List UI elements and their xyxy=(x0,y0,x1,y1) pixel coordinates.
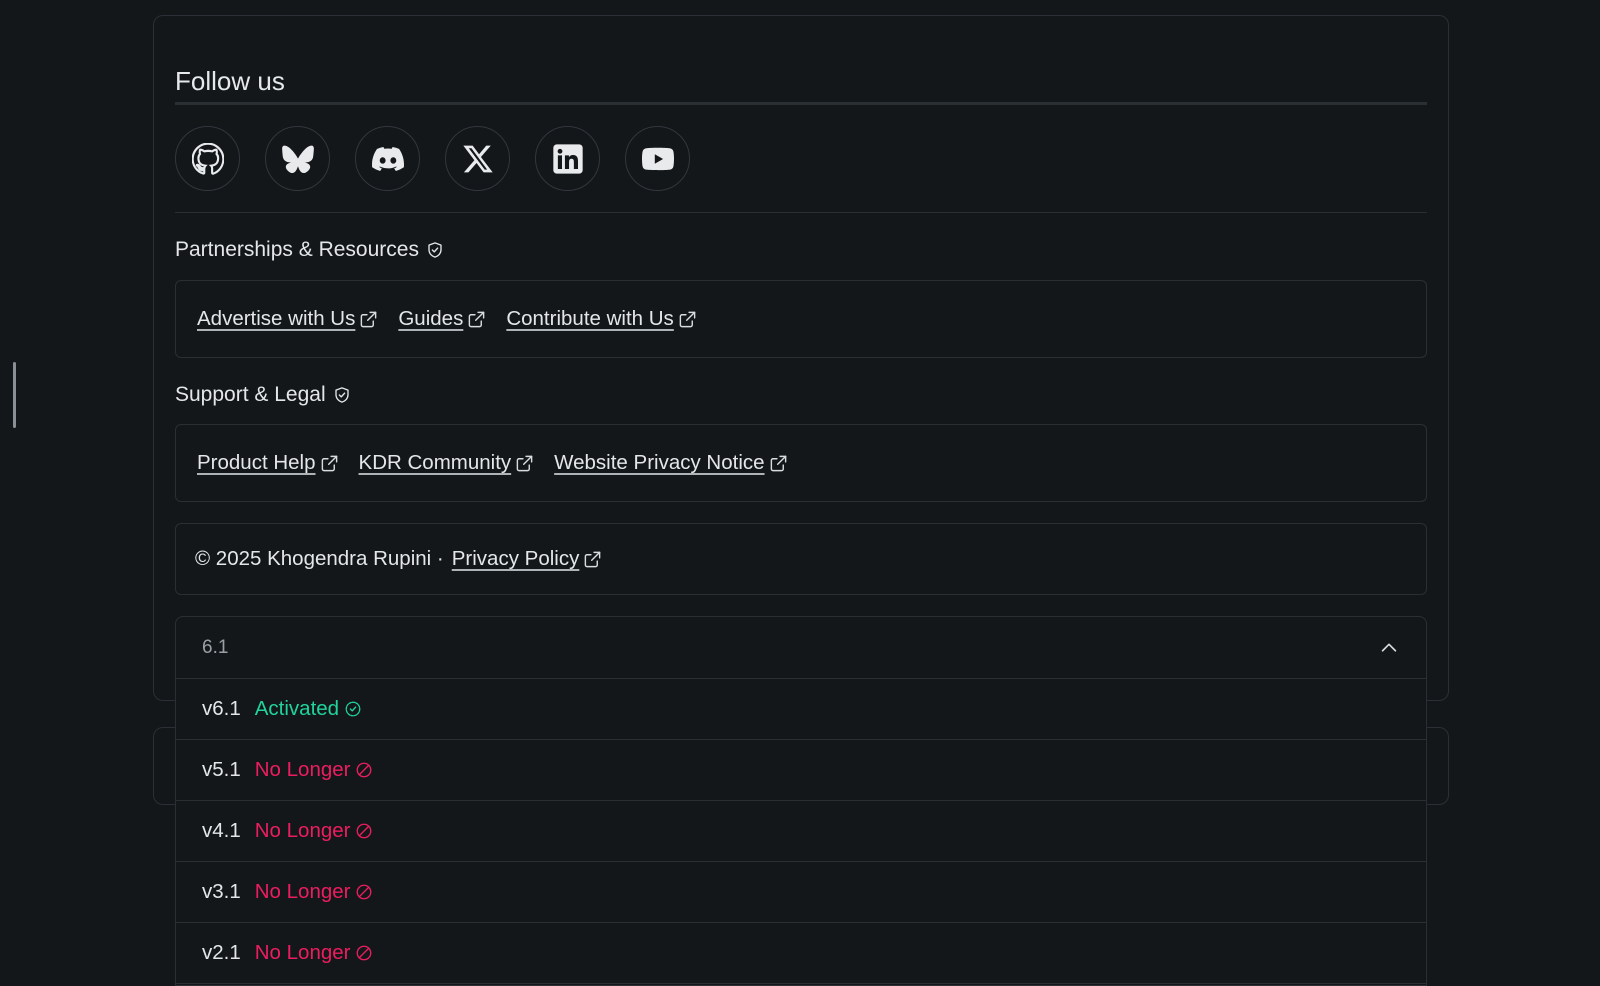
status-text: Activated xyxy=(254,697,340,720)
shield-check-icon xyxy=(428,242,442,258)
status-badge-no-longer: No Longer xyxy=(255,880,374,904)
ban-icon xyxy=(357,762,372,778)
version-option-v3-1[interactable]: v3.1 No Longer xyxy=(176,862,1426,923)
status-text: No Longer xyxy=(254,819,351,842)
contribute-with-us-link[interactable]: Contribute with Us xyxy=(506,307,696,331)
bluesky-button[interactable] xyxy=(265,126,330,191)
linkedin-button[interactable] xyxy=(535,126,600,191)
x-icon xyxy=(462,145,493,172)
linkedin-icon xyxy=(552,143,583,174)
external-link-icon xyxy=(361,311,377,327)
social-links xyxy=(175,126,690,191)
youtube-icon xyxy=(641,147,674,170)
status-badge-no-longer: No Longer xyxy=(255,819,374,843)
website-privacy-notice-link[interactable]: Website Privacy Notice xyxy=(554,451,787,475)
version-option-v2-1[interactable]: v2.1 No Longer xyxy=(176,923,1426,984)
external-link-icon xyxy=(468,311,485,327)
support-title-text: Support & Legal xyxy=(175,383,326,406)
support-title: Support & Legal xyxy=(175,383,351,407)
youtube-button[interactable] xyxy=(625,126,690,191)
advertise-with-us-link[interactable]: Advertise with Us xyxy=(197,307,378,331)
bluesky-icon xyxy=(281,145,314,173)
support-links: Product Help KDR Community Website Priva… xyxy=(175,424,1427,502)
guides-link[interactable]: Guides xyxy=(398,307,486,331)
current-version: 6.1 xyxy=(202,636,229,658)
version-option-v6-1[interactable]: v6.1 Activated xyxy=(176,679,1426,740)
status-badge-no-longer: No Longer xyxy=(255,758,374,782)
ban-icon xyxy=(357,884,372,900)
status-badge-activated: Activated xyxy=(255,697,362,721)
follow-us-underline xyxy=(175,102,1427,105)
status-text: No Longer xyxy=(254,941,351,964)
version-label: v4.1 xyxy=(202,819,241,842)
product-help-link[interactable]: Product Help xyxy=(197,451,339,475)
contribute-with-us-label: Contribute with Us xyxy=(506,307,674,330)
status-text: No Longer xyxy=(254,880,351,903)
partnerships-title-text: Partnerships & Resources xyxy=(175,238,419,261)
status-text: No Longer xyxy=(254,758,351,781)
status-badge-no-longer: No Longer xyxy=(255,941,374,965)
advertise-with-us-label: Advertise with Us xyxy=(197,307,356,330)
footer-card: Follow us Partnerships & Resources Adver… xyxy=(153,15,1449,701)
privacy-policy-link[interactable]: Privacy Policy xyxy=(452,547,603,571)
github-button[interactable] xyxy=(175,126,240,191)
check-circle-icon xyxy=(345,701,361,717)
external-link-icon xyxy=(585,551,601,567)
github-icon xyxy=(191,142,224,175)
version-dropdown: 6.1 v6.1 Activated v5.1 No Longer v4.1 N… xyxy=(175,616,1427,986)
shield-check-icon xyxy=(334,387,349,403)
x-button[interactable] xyxy=(445,126,510,191)
copyright-bar: © 2025 Khogendra Rupini · Privacy Policy xyxy=(175,523,1427,595)
discord-button[interactable] xyxy=(355,126,420,191)
follow-us-title: Follow us xyxy=(175,66,285,96)
section-divider xyxy=(175,212,1427,213)
guides-label: Guides xyxy=(398,307,464,330)
external-link-icon xyxy=(516,455,533,471)
partnerships-title: Partnerships & Resources xyxy=(175,238,444,262)
ban-icon xyxy=(357,945,372,961)
product-help-label: Product Help xyxy=(197,451,316,474)
kdr-community-link[interactable]: KDR Community xyxy=(359,451,535,475)
website-privacy-notice-label: Website Privacy Notice xyxy=(554,451,765,474)
external-link-icon xyxy=(679,311,696,327)
version-option-v4-1[interactable]: v4.1 No Longer xyxy=(176,801,1426,862)
partnerships-links: Advertise with Us Guides Contribute with… xyxy=(175,280,1427,358)
external-link-icon xyxy=(321,455,337,471)
discord-icon xyxy=(371,146,404,171)
version-select-header[interactable]: 6.1 xyxy=(176,617,1426,679)
scroll-indicator[interactable] xyxy=(13,362,16,428)
version-label: v2.1 xyxy=(202,941,241,964)
privacy-policy-label: Privacy Policy xyxy=(451,547,580,570)
version-option-v5-1[interactable]: v5.1 No Longer xyxy=(176,740,1426,801)
external-link-icon xyxy=(770,455,786,471)
kdr-community-label: KDR Community xyxy=(358,451,512,474)
ban-icon xyxy=(357,823,372,839)
version-label: v3.1 xyxy=(202,880,241,903)
chevron-up-icon xyxy=(1381,643,1397,652)
copyright-text: © 2025 Khogendra Rupini · xyxy=(195,547,444,570)
version-label: v5.1 xyxy=(202,758,241,781)
version-label: v6.1 xyxy=(202,697,241,720)
